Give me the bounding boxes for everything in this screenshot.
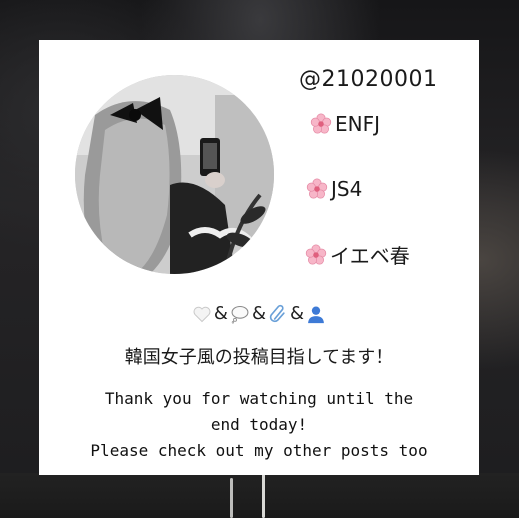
tag-label: JS4 [331, 177, 363, 201]
profile-card: @21020001 ENFJ JS4 イエベ春 & & & 韓国女子風の投稿目指… [39, 40, 479, 475]
separator: & [213, 303, 228, 324]
tag-label: イエベ春 [330, 244, 410, 268]
tag-label: ENFJ [335, 112, 380, 136]
thanks-line: end today! [210, 415, 308, 434]
person-silhouette-icon[interactable] [306, 304, 326, 324]
tag-grade: JS4 [306, 177, 362, 201]
hoodie-cord [262, 474, 265, 518]
thanks-line: Please check out my other posts too [90, 441, 428, 460]
hoodie-cord [230, 478, 233, 518]
avatar[interactable] [75, 75, 274, 274]
separator: & [290, 303, 305, 324]
speech-bubble-icon[interactable] [230, 304, 250, 324]
thanks-message: Thank you for watching until the end tod… [39, 386, 479, 464]
cherry-blossom-icon [306, 178, 328, 199]
paperclip-icon[interactable] [268, 304, 288, 324]
action-emoji-row: & & & [39, 303, 479, 324]
background-bottom [0, 473, 519, 518]
avatar-image [75, 75, 274, 274]
thanks-line: Thank you for watching until the [104, 389, 414, 408]
cherry-blossom-icon [310, 113, 332, 134]
cherry-blossom-icon [305, 244, 327, 265]
tag-mbti: ENFJ [310, 112, 380, 136]
separator: & [251, 303, 267, 324]
tag-personal-color: イエベ春 [305, 240, 410, 269]
username-handle: @21020001 [299, 67, 438, 92]
bio-text: 韓国女子風の投稿目指してます！ [124, 347, 394, 368]
white-heart-icon[interactable] [192, 304, 212, 324]
